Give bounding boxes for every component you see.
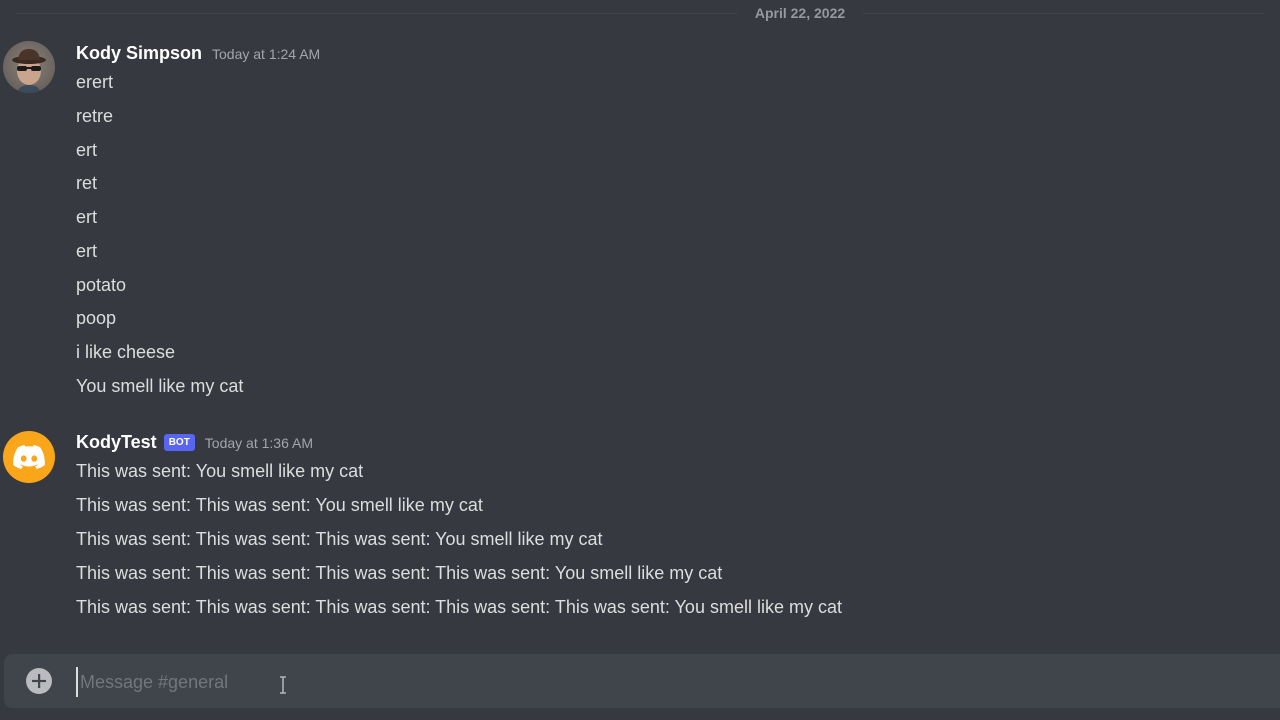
author-name[interactable]: KodyTest (76, 432, 157, 453)
plus-circle-icon[interactable] (26, 668, 52, 694)
message-line: You smell like my cat (76, 376, 244, 396)
message-composer (4, 654, 1280, 708)
message-line: poop (76, 308, 117, 328)
chat-area: April 22, 2022 Kody Simpson Today at 1:2… (0, 0, 1280, 720)
date-divider: April 22, 2022 (0, 0, 1280, 28)
date-divider-label: April 22, 2022 (754, 5, 846, 21)
discord-logo-icon[interactable] (3, 431, 55, 483)
bot-badge: BOT (163, 434, 195, 451)
text-cursor-icon (280, 676, 286, 694)
message-line: potato (76, 275, 127, 295)
message-input[interactable] (76, 667, 1232, 697)
message-line: i like cheese (76, 342, 176, 362)
message-timestamp: Today at 1:24 AM (212, 45, 321, 62)
message-line: This was sent: This was sent: This was s… (76, 529, 603, 549)
message-line: ert (76, 140, 98, 160)
message-line: erert (76, 72, 114, 92)
message-line: retre (76, 106, 114, 126)
message-line: ret (76, 173, 98, 193)
message-line: This was sent: This was sent: This was s… (76, 597, 842, 617)
message-line: This was sent: This was sent: This was s… (76, 563, 723, 583)
message-line: This was sent: This was sent: You smell … (76, 495, 483, 515)
message-header: Kody Simpson Today at 1:24 AM (76, 43, 320, 64)
divider-line (16, 13, 737, 14)
message-line: This was sent: You smell like my cat (76, 461, 364, 481)
message-line: ert (76, 207, 98, 227)
author-name[interactable]: Kody Simpson (76, 43, 202, 64)
divider-line (863, 13, 1264, 14)
user-avatar-icon[interactable] (3, 41, 55, 93)
message-timestamp: Today at 1:36 AM (204, 434, 313, 451)
message-line: ert (76, 241, 98, 261)
message-header: KodyTest BOT Today at 1:36 AM (76, 432, 313, 453)
